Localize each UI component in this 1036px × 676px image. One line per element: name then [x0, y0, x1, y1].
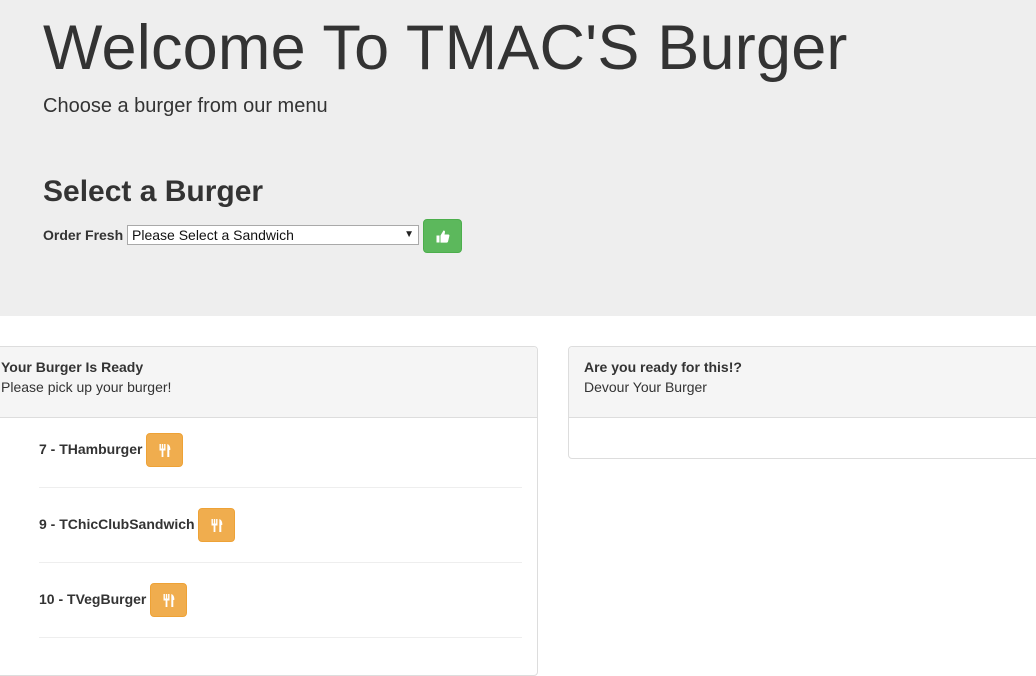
- burger-ready-panel-heading: Your Burger Is Ready Please pick up your…: [0, 347, 537, 418]
- burger-list-item: 7 - THamburger: [39, 413, 522, 488]
- burger-item-label: 7 - THamburger: [39, 441, 143, 457]
- burger-ready-title: Your Burger Is Ready: [1, 359, 144, 375]
- burger-list-item: 10 - TVegBurger: [39, 563, 522, 638]
- sandwich-select-value: Please Select a Sandwich: [132, 227, 294, 243]
- devour-button[interactable]: [198, 508, 235, 542]
- burger-item-label: 10 - TVegBurger: [39, 591, 147, 607]
- order-fresh-label: Order Fresh: [43, 227, 124, 243]
- page-subtitle: Choose a burger from our menu: [43, 95, 328, 117]
- cutlery-icon: [163, 593, 174, 607]
- devour-panel-title: Are you ready for this!?: [584, 359, 742, 375]
- cutlery-icon: [159, 443, 170, 457]
- thumbs-up-icon: [436, 230, 449, 243]
- cutlery-icon: [211, 518, 222, 532]
- devour-panel: Are you ready for this!? Devour Your Bur…: [568, 346, 1036, 459]
- jumbotron-header: Welcome To TMAC'S Burger Choose a burger…: [0, 0, 1036, 316]
- select-burger-heading: Select a Burger: [43, 175, 264, 208]
- devour-button[interactable]: [150, 583, 187, 617]
- burger-item-label: 9 - TChicClubSandwich: [39, 516, 195, 532]
- burger-list-item: 9 - TChicClubSandwich: [39, 488, 522, 563]
- burger-ready-subtitle: Please pick up your burger!: [1, 379, 172, 395]
- dropdown-arrow-icon: ▼: [404, 229, 414, 240]
- page-title: Welcome To TMAC'S Burger: [43, 13, 848, 83]
- sandwich-select[interactable]: Please Select a Sandwich ▼: [127, 225, 419, 245]
- devour-panel-heading: Are you ready for this!? Devour Your Bur…: [569, 347, 1036, 418]
- devour-panel-subtitle: Devour Your Burger: [584, 379, 707, 395]
- order-submit-button[interactable]: [423, 219, 462, 253]
- devour-button[interactable]: [146, 433, 183, 467]
